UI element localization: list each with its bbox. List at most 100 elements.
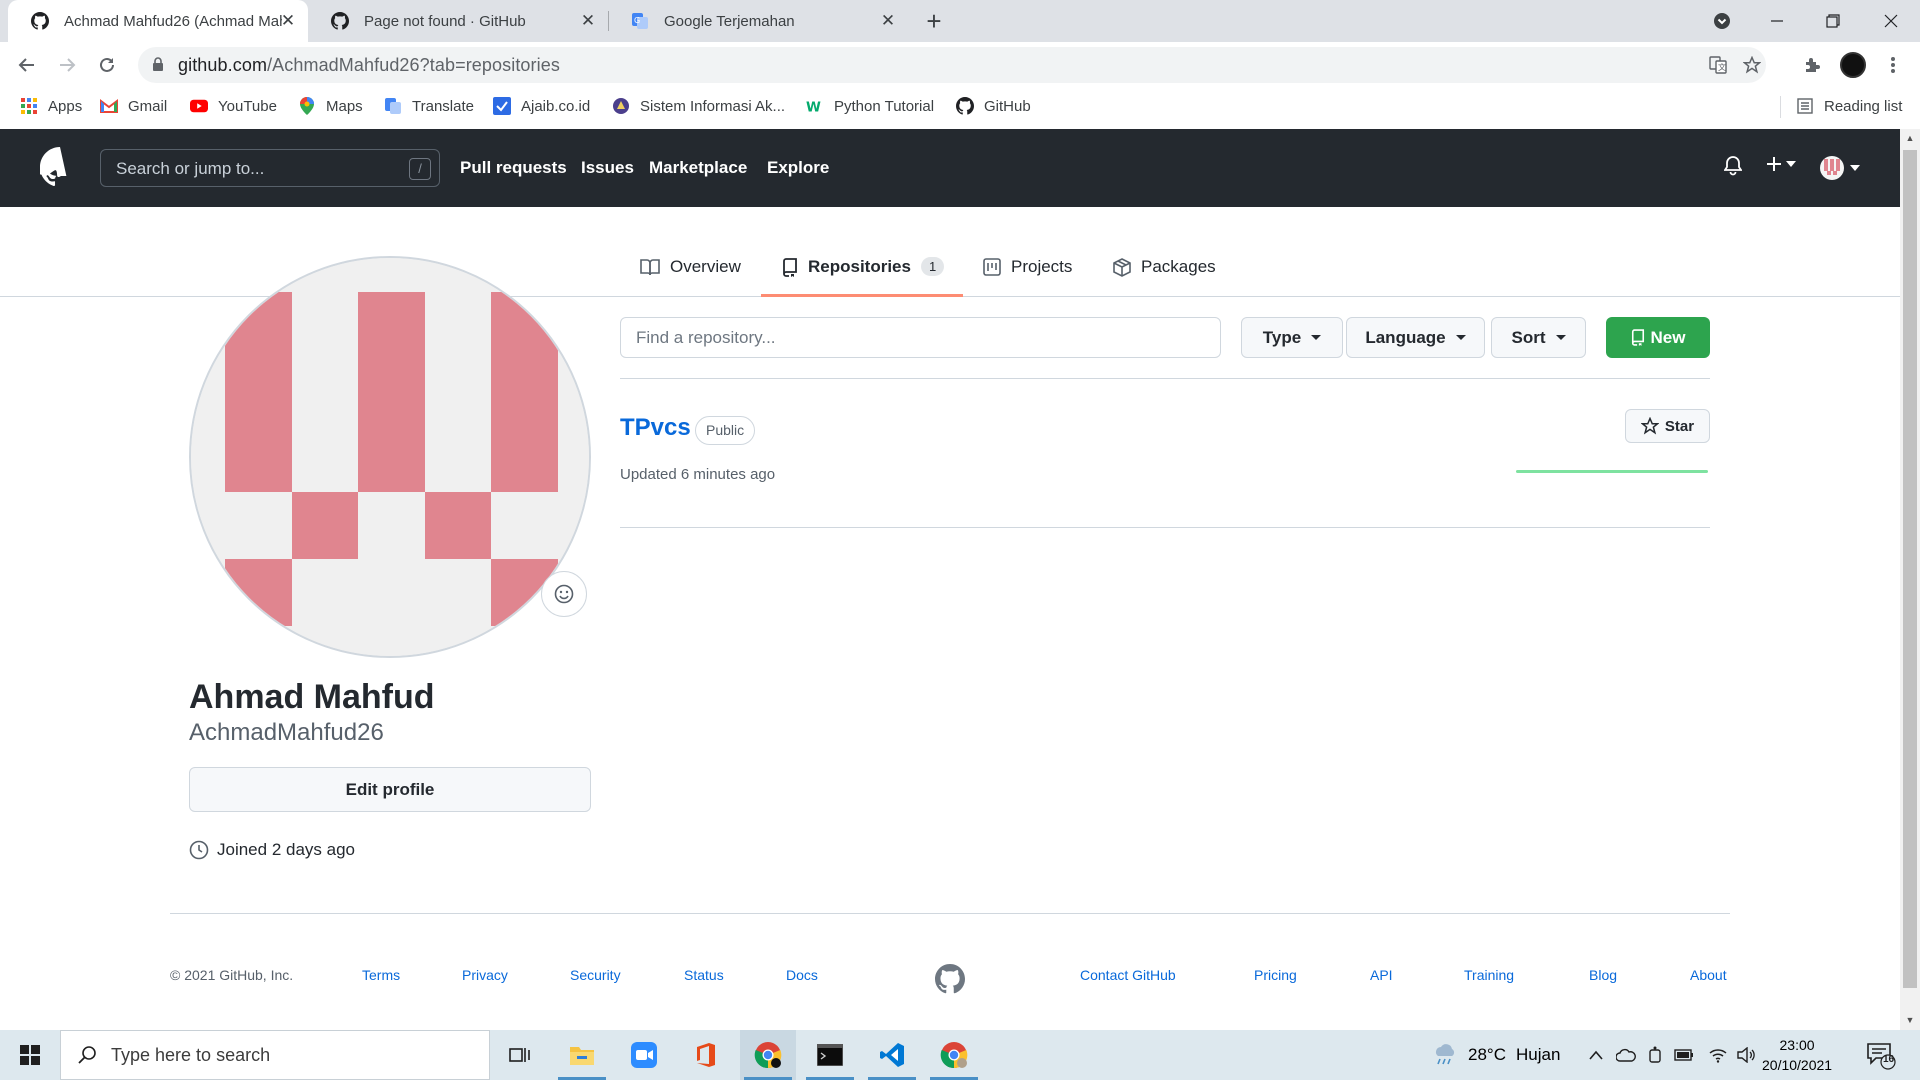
new-tab-button[interactable]: + xyxy=(920,8,948,36)
bookmark-python-tutorial[interactable]: W Python Tutorial xyxy=(806,88,934,124)
tab-projects[interactable]: Projects xyxy=(983,257,1072,297)
bookmark-label: Maps xyxy=(326,97,363,115)
scrollbar-thumb[interactable] xyxy=(1903,150,1917,988)
repo-name-link[interactable]: TPvcs xyxy=(620,414,691,442)
terminal-app-icon[interactable] xyxy=(802,1030,858,1080)
close-tab-icon[interactable]: ✕ xyxy=(878,11,898,31)
nav-marketplace[interactable]: Marketplace xyxy=(649,158,747,178)
nav-issues[interactable]: Issues xyxy=(581,158,634,178)
onedrive-cloud-icon[interactable] xyxy=(1616,1045,1636,1065)
footer-link-security[interactable]: Security xyxy=(570,967,621,983)
set-status-smiley-icon[interactable] xyxy=(541,571,587,617)
edit-profile-button[interactable]: Edit profile xyxy=(189,767,591,812)
caret-down-icon xyxy=(1311,335,1322,340)
browser-toolbar: github.com/AchmadMahfud26?tab=repositori… xyxy=(0,42,1920,88)
bookmark-youtube[interactable]: YouTube xyxy=(190,88,277,124)
taskbar-search-box[interactable]: Type here to search xyxy=(60,1030,490,1080)
chrome-profile-app-icon[interactable] xyxy=(926,1030,982,1080)
office-app-icon[interactable] xyxy=(678,1030,734,1080)
lock-icon[interactable] xyxy=(152,57,164,72)
tab-label: Overview xyxy=(670,257,741,276)
apps-grid-icon xyxy=(20,97,38,115)
footer-link-training[interactable]: Training xyxy=(1464,967,1514,983)
notifications-bell-icon[interactable] xyxy=(1724,156,1742,176)
github-search-input[interactable]: Search or jump to... / xyxy=(100,149,440,187)
url-text: github.com/AchmadMahfud26?tab=repositori… xyxy=(178,55,560,75)
bookmark-star-icon[interactable] xyxy=(1742,55,1762,75)
footer-link-terms[interactable]: Terms xyxy=(362,967,400,983)
browser-tab-not-found[interactable]: Page not found · GitHub ✕ xyxy=(308,0,608,42)
joined-info: Joined 2 days ago xyxy=(189,840,355,860)
bookmark-maps[interactable]: Maps xyxy=(298,88,363,124)
close-tab-icon[interactable]: ✕ xyxy=(278,11,298,31)
zoom-app-icon[interactable] xyxy=(616,1030,672,1080)
forward-arrow-icon[interactable] xyxy=(52,50,82,80)
address-bar[interactable]: github.com/AchmadMahfud26?tab=repositori… xyxy=(138,47,1766,83)
footer-link-blog[interactable]: Blog xyxy=(1589,967,1617,983)
new-repository-button[interactable]: New xyxy=(1606,317,1710,358)
weather-widget[interactable]: 28°C Hujan xyxy=(1432,1044,1560,1066)
meet-now-icon[interactable] xyxy=(1646,1045,1666,1065)
close-tab-icon[interactable]: ✕ xyxy=(578,11,598,31)
user-menu-dropdown[interactable] xyxy=(1820,156,1860,180)
language-filter-dropdown[interactable]: Language xyxy=(1346,317,1485,358)
bookmark-translate[interactable]: Translate xyxy=(384,88,474,124)
footer-link-contact[interactable]: Contact GitHub xyxy=(1080,967,1176,983)
star-button[interactable]: Star xyxy=(1625,409,1710,443)
bookmark-apps[interactable]: Apps xyxy=(20,88,82,124)
nav-pull-requests[interactable]: Pull requests xyxy=(460,158,567,178)
browser-tab-profile[interactable]: Achmad Mahfud26 (Achmad Mahfud) ✕ xyxy=(8,0,308,42)
bookmark-label: Sistem Informasi Ak... xyxy=(640,97,786,115)
footer-link-docs[interactable]: Docs xyxy=(786,967,818,983)
footer-link-status[interactable]: Status xyxy=(684,967,724,983)
wifi-icon[interactable] xyxy=(1708,1045,1728,1065)
extensions-puzzle-icon[interactable] xyxy=(1797,50,1827,80)
footer-link-about[interactable]: About xyxy=(1690,967,1727,983)
tab-packages[interactable]: Packages xyxy=(1113,257,1216,297)
windows-start-icon[interactable] xyxy=(0,1030,60,1080)
footer-github-logo-icon[interactable] xyxy=(935,964,965,994)
nav-explore[interactable]: Explore xyxy=(767,158,829,178)
battery-icon[interactable] xyxy=(1674,1045,1694,1065)
scroll-up-arrow-icon[interactable]: ▲ xyxy=(1905,133,1915,143)
sort-dropdown[interactable]: Sort xyxy=(1491,317,1586,358)
chrome-menu-icon[interactable] xyxy=(1878,50,1908,80)
restore-window-icon[interactable] xyxy=(1808,0,1858,42)
show-hidden-icons-chevron-icon[interactable] xyxy=(1586,1045,1606,1065)
create-new-dropdown[interactable] xyxy=(1766,156,1796,172)
minimize-window-icon[interactable] xyxy=(1752,0,1802,42)
find-repository-input[interactable] xyxy=(620,317,1221,358)
bookmark-gmail[interactable]: Gmail xyxy=(100,88,167,124)
close-window-icon[interactable] xyxy=(1866,0,1916,42)
browser-tab-translate[interactable]: G Google Terjemahan ✕ xyxy=(608,0,908,42)
back-arrow-icon[interactable] xyxy=(12,50,42,80)
footer-link-privacy[interactable]: Privacy xyxy=(462,967,508,983)
tab-title: Achmad Mahfud26 (Achmad Mahfud) xyxy=(64,12,282,30)
github-logo-icon[interactable] xyxy=(40,147,80,187)
tab-repositories[interactable]: Repositories 1 xyxy=(782,257,945,297)
tab-search-icon[interactable] xyxy=(1697,0,1747,42)
taskbar-clock[interactable]: 23:00 20/10/2021 xyxy=(1762,1035,1832,1075)
footer-link-api[interactable]: API xyxy=(1370,967,1393,983)
tab-overview[interactable]: Overview xyxy=(640,257,741,297)
bookmark-label: GitHub xyxy=(984,97,1031,115)
task-view-icon[interactable] xyxy=(492,1030,548,1080)
translate-page-icon[interactable]: 文 xyxy=(1708,55,1728,75)
type-filter-dropdown[interactable]: Type xyxy=(1241,317,1343,358)
notification-center-icon[interactable]: 16 xyxy=(1866,1040,1900,1070)
reading-list-button[interactable]: Reading list xyxy=(1796,88,1902,124)
scroll-down-arrow-icon[interactable]: ▼ xyxy=(1905,1015,1915,1025)
reload-icon[interactable] xyxy=(92,50,122,80)
file-explorer-icon[interactable] xyxy=(554,1030,610,1080)
profile-avatar[interactable] xyxy=(189,256,591,658)
notification-count: 16 xyxy=(1882,1054,1895,1065)
maps-pin-icon xyxy=(298,97,316,115)
footer-link-pricing[interactable]: Pricing xyxy=(1254,967,1297,983)
chrome-profile-avatar[interactable] xyxy=(1840,52,1866,78)
bookmark-ajaib[interactable]: Ajaib.co.id xyxy=(493,88,590,124)
bookmark-github[interactable]: GitHub xyxy=(956,88,1031,124)
chrome-app-icon[interactable] xyxy=(740,1030,796,1080)
vscode-app-icon[interactable] xyxy=(864,1030,920,1080)
volume-icon[interactable] xyxy=(1736,1045,1756,1065)
bookmark-sistem-informasi[interactable]: Sistem Informasi Ak... xyxy=(612,88,785,124)
